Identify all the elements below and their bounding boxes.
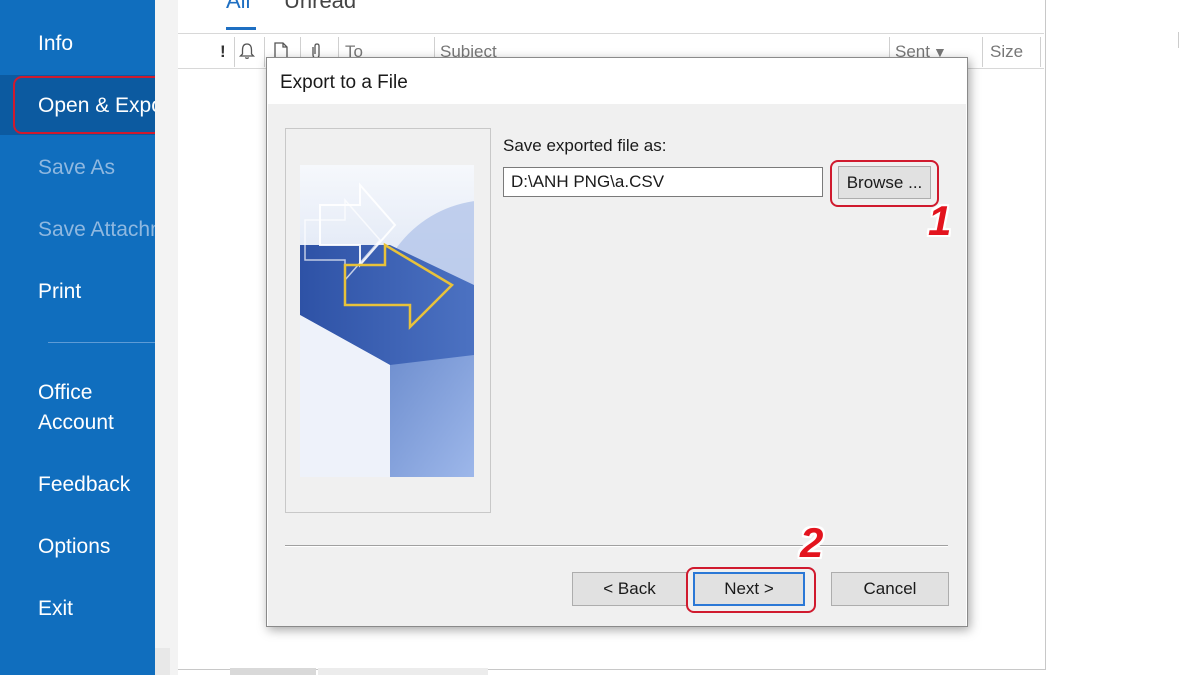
dialog-divider	[285, 545, 948, 547]
pane-edge-mark	[1178, 32, 1179, 48]
tab-all-underline	[226, 27, 256, 30]
sidebar-item-feedback[interactable]: Feedback	[38, 470, 130, 500]
back-button[interactable]: < Back	[572, 572, 687, 606]
status-bar-segment	[230, 668, 316, 675]
wizard-illustration	[300, 165, 474, 477]
tab-all[interactable]: All	[226, 0, 250, 14]
sidebar-item-save-attachments: Save Attachments	[38, 218, 155, 241]
sidebar-item-print[interactable]: Print	[38, 277, 81, 307]
column-divider	[982, 37, 983, 67]
column-divider	[1040, 37, 1041, 67]
export-to-file-dialog: Export to a File Save exported file as: …	[266, 57, 968, 627]
column-importance[interactable]: !	[220, 42, 226, 62]
cancel-button[interactable]: Cancel	[831, 572, 949, 606]
reading-pane	[1046, 0, 1200, 675]
dialog-title: Export to a File	[280, 72, 408, 93]
sidebar-item-label: Office	[38, 381, 93, 404]
open-export-highlight	[13, 76, 173, 134]
sidebar-item-label: Account	[38, 411, 114, 434]
save-as-label: Save exported file as:	[503, 136, 667, 155]
dialog-body: Save exported file as: Browse ... < Back…	[268, 104, 966, 626]
gutter-scroll-block	[155, 648, 170, 675]
tab-unread[interactable]: Unread	[284, 0, 356, 14]
sidebar-item-info[interactable]: Info	[38, 29, 73, 59]
column-divider	[234, 37, 235, 67]
file-path-input[interactable]	[503, 167, 823, 197]
sidebar-divider	[48, 342, 155, 343]
step-marker-1: 1	[928, 197, 952, 244]
step-marker-2: 2	[800, 519, 824, 566]
column-divider	[264, 37, 265, 67]
next-button[interactable]: Next >	[693, 572, 805, 606]
reminder-bell-icon[interactable]	[238, 42, 256, 65]
sidebar-item-options[interactable]: Options	[38, 532, 110, 562]
browse-button[interactable]: Browse ...	[838, 166, 931, 199]
sidebar-item-save-as: Save As	[38, 156, 116, 179]
sidebar-item-office-account[interactable]: Office Account	[38, 378, 114, 438]
status-bar-segment	[318, 668, 488, 675]
wizard-art-frame	[285, 128, 491, 513]
backstage-gutter	[155, 0, 178, 675]
sidebar-item-exit[interactable]: Exit	[38, 594, 73, 624]
column-size[interactable]: Size	[990, 42, 1023, 62]
